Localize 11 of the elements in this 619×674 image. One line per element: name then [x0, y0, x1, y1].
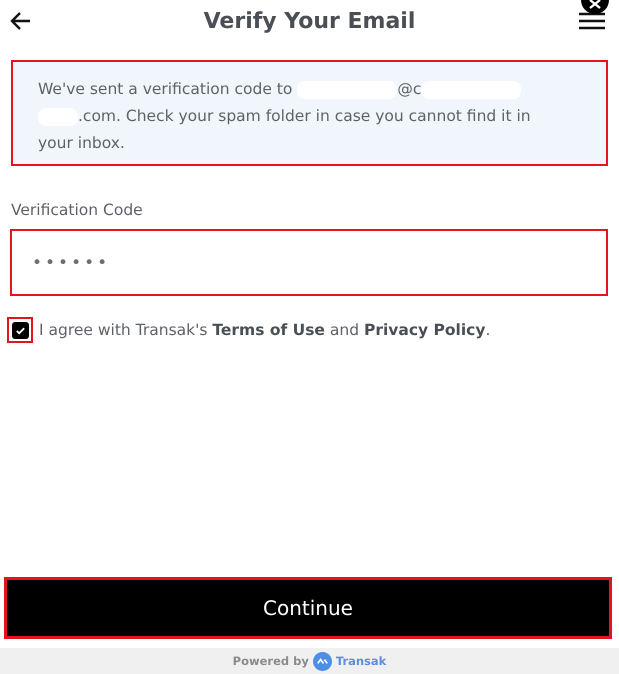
brand-logo-icon — [312, 652, 332, 670]
page-title: Verify Your Email — [204, 8, 416, 34]
agreement-text: I agree with Transak's Terms of Use and Privacy Policy. — [39, 321, 490, 339]
menu-icon[interactable] — [579, 11, 605, 31]
continue-button[interactable]: Continue — [4, 577, 612, 639]
brand-name: Transak — [336, 654, 386, 668]
powered-by-text: Powered by — [232, 654, 309, 668]
field-label: Verification Code — [11, 201, 144, 219]
notice-message: We've sent a verification code to @c .com. Check your spam folder in case you cannot find it in your inbox. — [38, 79, 532, 154]
verification-code-field[interactable]: •••••• — [10, 229, 608, 296]
agreement-checkbox[interactable] — [7, 317, 33, 343]
